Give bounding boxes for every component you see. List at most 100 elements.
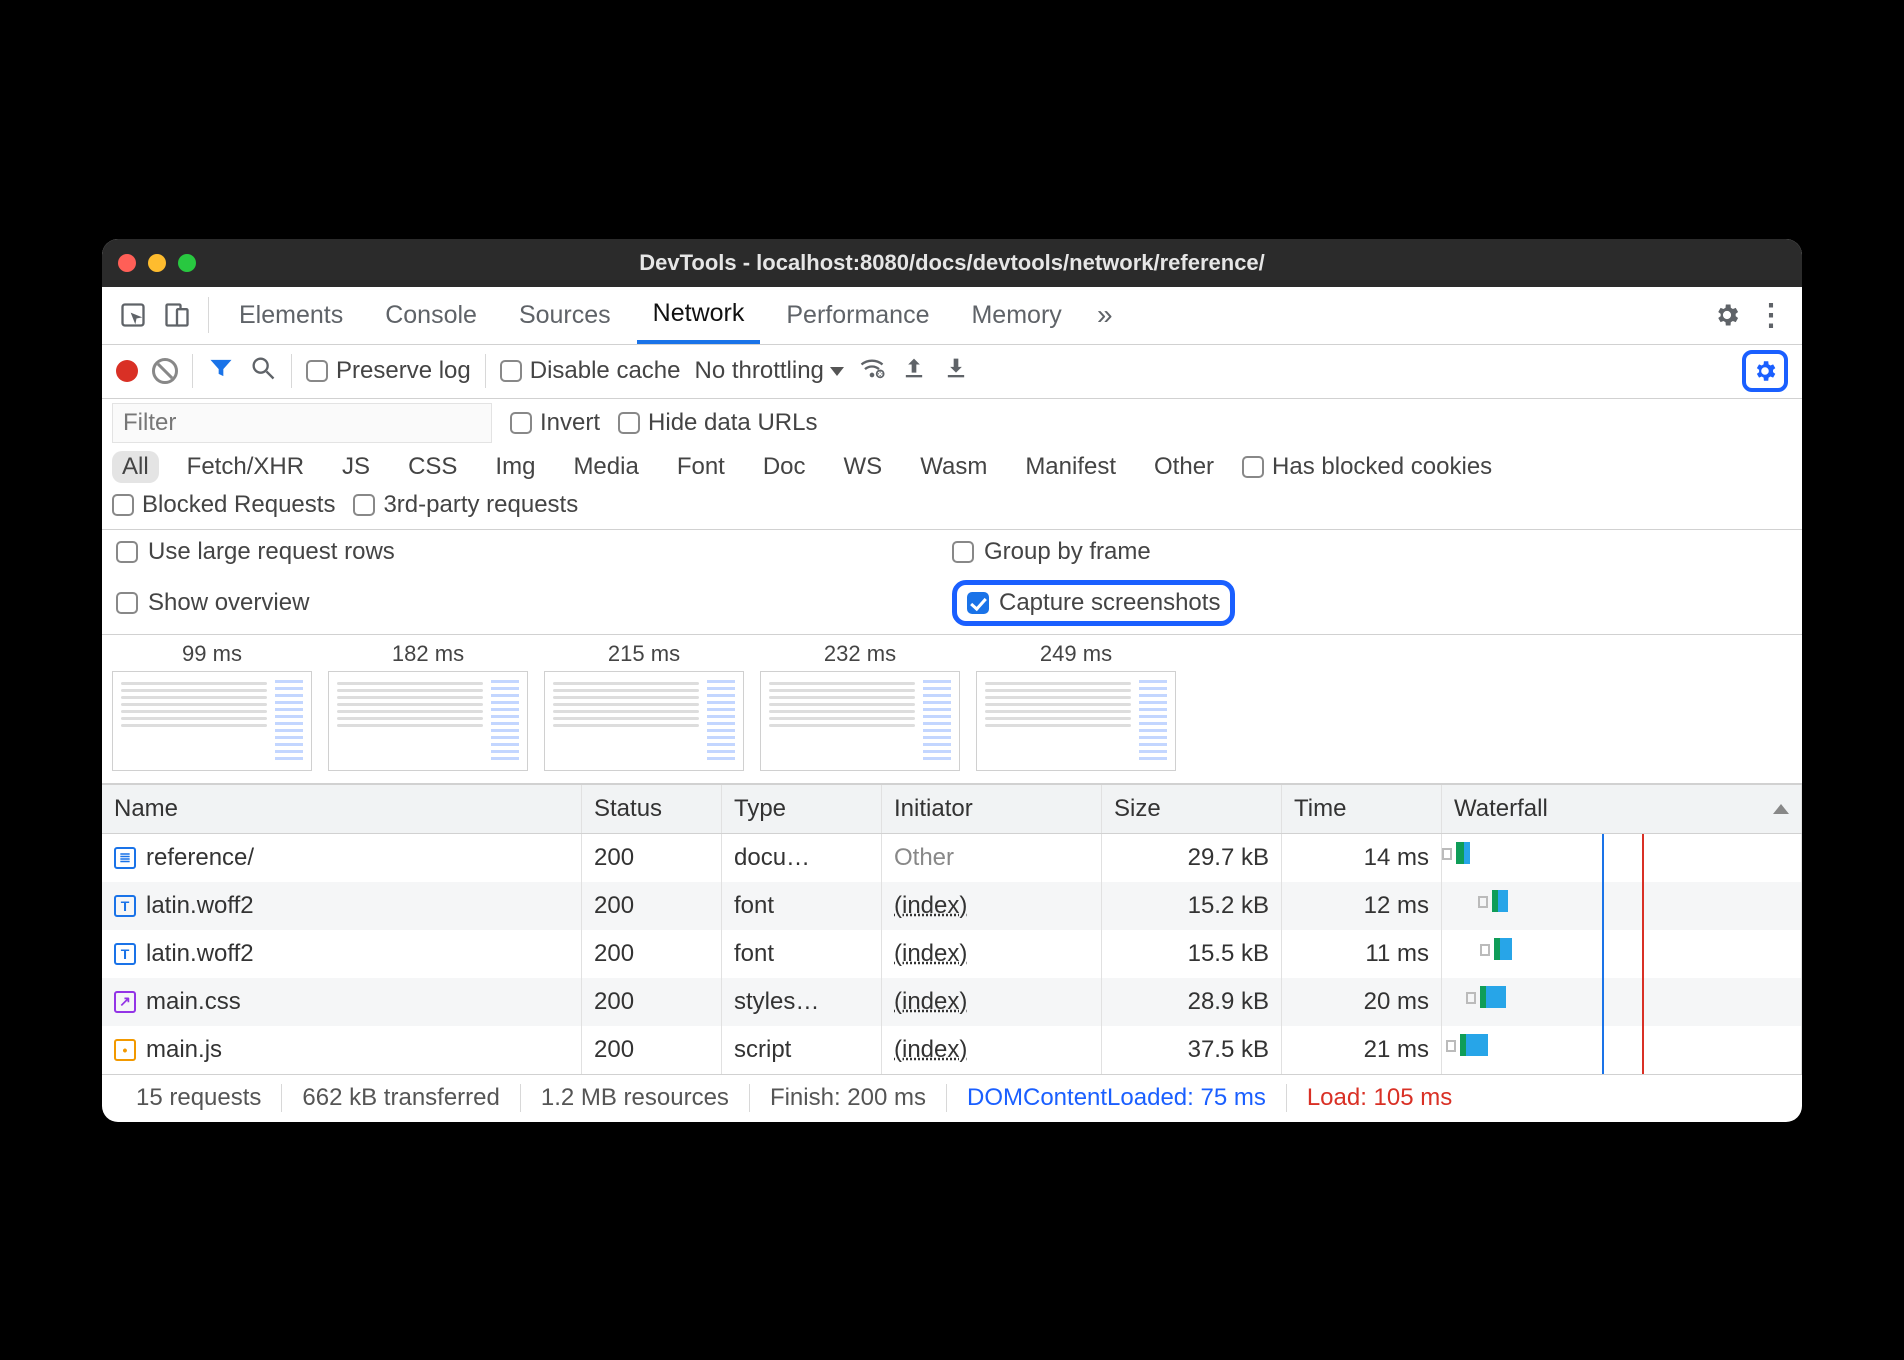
cell-status: 200 [582,930,722,978]
type-chip-manifest[interactable]: Manifest [1015,451,1126,483]
col-status[interactable]: Status [582,785,722,833]
frame-time: 215 ms [608,641,680,667]
type-chip-font[interactable]: Font [667,451,735,483]
tab-memory[interactable]: Memory [955,287,1077,344]
table-row[interactable]: Tlatin.woff2 200 font (index) 15.2 kB 12… [102,882,1802,930]
frame-thumb [112,671,312,771]
more-tabs-icon[interactable]: » [1088,298,1122,332]
cell-type: font [722,930,882,978]
cell-waterfall [1442,834,1802,882]
status-load: Load: 105 ms [1287,1084,1472,1112]
large-rows-checkbox[interactable]: Use large request rows [116,538,952,566]
table-row[interactable]: ↗main.css 200 styles… (index) 28.9 kB 20… [102,978,1802,1026]
capture-screenshots-checkbox[interactable]: Capture screenshots [967,589,1220,617]
col-initiator[interactable]: Initiator [882,785,1102,833]
type-chip-ws[interactable]: WS [834,451,893,483]
cell-initiator[interactable]: (index) [882,1026,1102,1074]
table-row[interactable]: Tlatin.woff2 200 font (index) 15.5 kB 11… [102,930,1802,978]
type-chip-css[interactable]: CSS [398,451,467,483]
preserve-log-checkbox[interactable]: Preserve log [306,357,471,385]
capture-screenshots-highlight: Capture screenshots [952,580,1235,626]
status-dcl: DOMContentLoaded: 75 ms [947,1084,1287,1112]
cell-initiator[interactable]: (index) [882,882,1102,930]
tab-console[interactable]: Console [369,287,493,344]
record-button[interactable] [116,360,138,382]
table-header: Name Status Type Initiator Size Time Wat… [102,784,1802,834]
cell-type: font [722,882,882,930]
type-chip-all[interactable]: All [112,451,159,483]
frame-thumb [760,671,960,771]
table-row[interactable]: •main.js 200 script (index) 37.5 kB 21 m… [102,1026,1802,1074]
filter-toggle-icon[interactable] [207,354,235,389]
cell-size: 15.2 kB [1102,882,1282,930]
blocked-requests-checkbox[interactable]: Blocked Requests [112,491,335,519]
col-name[interactable]: Name [102,785,582,833]
type-chip-doc[interactable]: Doc [753,451,816,483]
col-type[interactable]: Type [722,785,882,833]
kebab-menu-icon[interactable]: ⋮ [1754,298,1788,332]
status-requests: 15 requests [116,1084,282,1112]
cell-type: docu… [722,834,882,882]
group-by-frame-checkbox[interactable]: Group by frame [952,538,1788,566]
device-toggle-icon[interactable] [160,298,194,332]
cell-time: 12 ms [1282,882,1442,930]
col-time[interactable]: Time [1282,785,1442,833]
frame-thumb [976,671,1176,771]
hide-data-urls-checkbox[interactable]: Hide data URLs [618,409,817,437]
type-chip-other[interactable]: Other [1144,451,1224,483]
file-name: latin.woff2 [146,892,254,920]
tab-network[interactable]: Network [637,287,761,344]
table-row[interactable]: ≣reference/ 200 docu… Other 29.7 kB 14 m… [102,834,1802,882]
cell-waterfall [1442,1026,1802,1074]
col-size[interactable]: Size [1102,785,1282,833]
filmstrip-frame[interactable]: 99 ms [112,641,312,771]
type-chip-media[interactable]: Media [563,451,648,483]
cell-initiator[interactable]: (index) [882,930,1102,978]
filter-panel: Filter Invert Hide data URLs All Fetch/X… [102,399,1802,530]
filmstrip-frame[interactable]: 249 ms [976,641,1176,771]
cell-initiator[interactable]: (index) [882,978,1102,1026]
frame-time: 99 ms [182,641,242,667]
network-conditions-icon[interactable] [858,354,886,389]
settings-gear-icon[interactable] [1710,298,1744,332]
network-settings-gear-highlighted[interactable] [1742,350,1788,392]
filter-input[interactable]: Filter [112,403,492,443]
filmstrip-frame[interactable]: 182 ms [328,641,528,771]
download-har-icon[interactable] [942,354,970,389]
upload-har-icon[interactable] [900,354,928,389]
type-chip-img[interactable]: Img [485,451,545,483]
frame-time: 232 ms [824,641,896,667]
cell-initiator[interactable]: Other [882,834,1102,882]
type-chip-wasm[interactable]: Wasm [910,451,997,483]
window-title: DevTools - localhost:8080/docs/devtools/… [102,250,1802,276]
tab-elements[interactable]: Elements [223,287,359,344]
file-name: main.css [146,988,241,1016]
tab-performance[interactable]: Performance [770,287,945,344]
filmstrip-frame[interactable]: 232 ms [760,641,960,771]
disable-cache-checkbox[interactable]: Disable cache [500,357,681,385]
titlebar: DevTools - localhost:8080/docs/devtools/… [102,239,1802,287]
cell-time: 14 ms [1282,834,1442,882]
type-chip-js[interactable]: JS [332,451,380,483]
show-overview-checkbox[interactable]: Show overview [116,580,952,626]
status-resources: 1.2 MB resources [521,1084,750,1112]
search-icon[interactable] [249,354,277,389]
type-chip-fetch[interactable]: Fetch/XHR [177,451,314,483]
sort-caret-icon [1773,804,1789,814]
third-party-checkbox[interactable]: 3rd-party requests [353,491,578,519]
inspect-icon[interactable] [116,298,150,332]
cell-waterfall [1442,882,1802,930]
throttling-select[interactable]: No throttling [694,357,843,385]
cell-status: 200 [582,882,722,930]
filmstrip-frame[interactable]: 215 ms [544,641,744,771]
has-blocked-cookies-checkbox[interactable]: Has blocked cookies [1242,453,1492,481]
frame-thumb [328,671,528,771]
col-waterfall[interactable]: Waterfall [1442,785,1802,833]
cell-waterfall [1442,978,1802,1026]
tab-sources[interactable]: Sources [503,287,627,344]
cell-time: 21 ms [1282,1026,1442,1074]
frame-time: 249 ms [1040,641,1112,667]
network-toolbar: Preserve log Disable cache No throttling [102,345,1802,399]
clear-button[interactable] [152,358,178,384]
invert-checkbox[interactable]: Invert [510,409,600,437]
